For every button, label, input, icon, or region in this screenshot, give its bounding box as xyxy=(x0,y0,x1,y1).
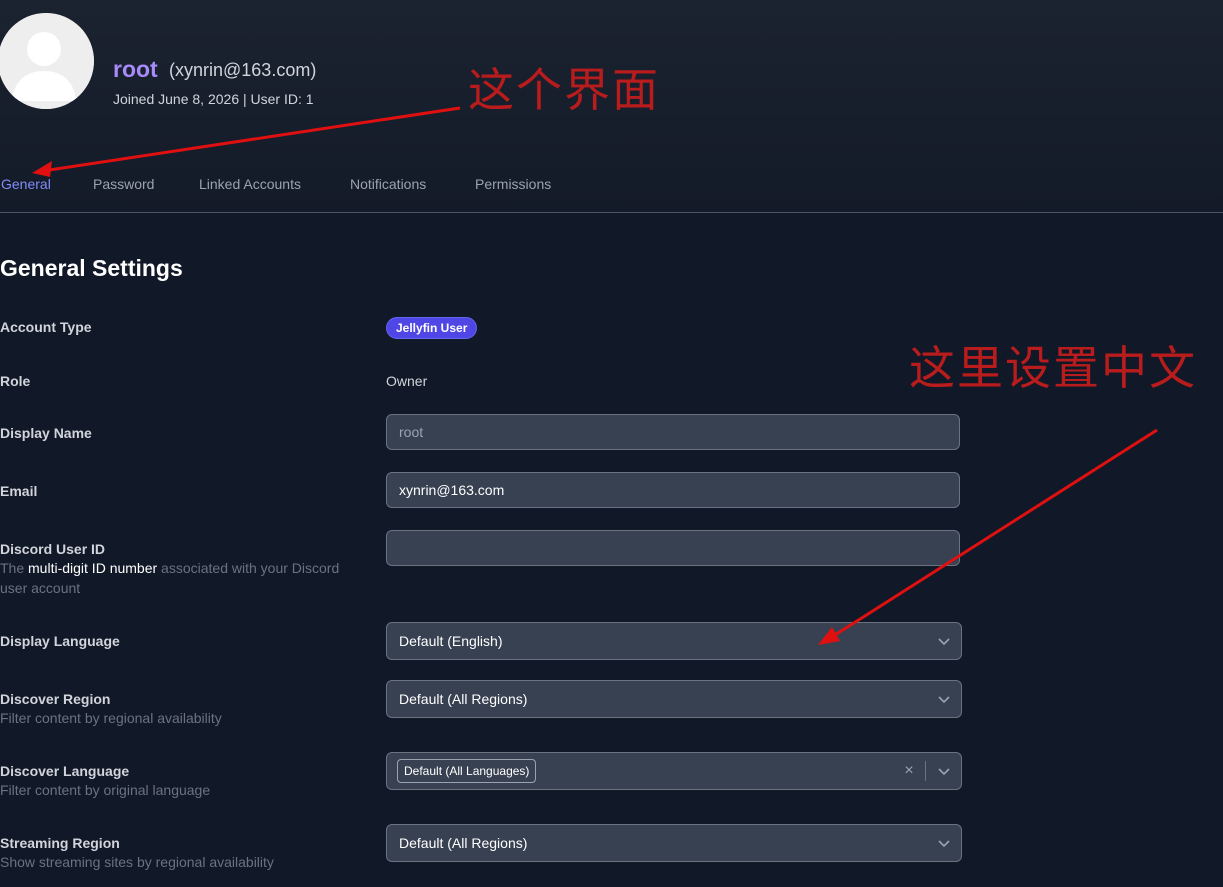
language-chip[interactable]: Default (All Languages) xyxy=(397,759,537,783)
streaming-region-value: Default (All Regions) xyxy=(399,835,528,851)
tab-general[interactable]: General xyxy=(1,176,51,192)
discord-id-input[interactable] xyxy=(386,530,960,566)
tab-notifications[interactable]: Notifications xyxy=(350,176,426,192)
account-type-label: Account Type xyxy=(0,319,92,335)
discover-language-select[interactable]: Default (All Languages) × xyxy=(386,752,962,790)
discover-region-label: Discover Region xyxy=(0,691,111,707)
chevron-down-icon xyxy=(938,696,950,704)
clear-icon[interactable]: × xyxy=(901,762,917,780)
avatar[interactable] xyxy=(0,13,94,109)
display-language-value: Default (English) xyxy=(399,633,503,649)
display-language-label: Display Language xyxy=(0,633,120,649)
discover-language-description: Filter content by original language xyxy=(0,782,211,798)
tab-permissions[interactable]: Permissions xyxy=(475,176,551,192)
discord-id-description: The multi-digit ID number associated wit… xyxy=(0,558,370,598)
annotation-language-note: 这里设置中文 xyxy=(909,341,1197,395)
tab-linked-accounts[interactable]: Linked Accounts xyxy=(199,176,301,192)
tab-password[interactable]: Password xyxy=(93,176,154,192)
settings-tabs: General Password Linked Accounts Notific… xyxy=(0,172,1223,213)
discord-desc-link: multi-digit ID number xyxy=(28,560,158,576)
streaming-region-description: Show streaming sites by regional availab… xyxy=(0,854,274,870)
display-language-select[interactable]: Default (English) xyxy=(386,622,962,660)
discover-region-value: Default (All Regions) xyxy=(399,691,528,707)
discover-region-select[interactable]: Default (All Regions) xyxy=(386,680,962,718)
account-type-badge: Jellyfin User xyxy=(386,317,478,339)
email-label: Email xyxy=(0,483,38,499)
discover-language-label: Discover Language xyxy=(0,763,130,779)
discord-id-label: Discord User ID xyxy=(0,541,106,557)
user-silhouette-icon xyxy=(0,13,94,109)
profile-username[interactable]: root xyxy=(113,56,158,83)
select-separator xyxy=(925,761,926,781)
page-title: General Settings xyxy=(0,255,183,281)
chevron-down-icon xyxy=(938,840,950,848)
profile-meta: Joined June 8, 2026 | User ID: 1 xyxy=(113,91,314,107)
streaming-region-label: Streaming Region xyxy=(0,835,120,851)
chevron-down-icon xyxy=(938,638,950,646)
discover-region-description: Filter content by regional availability xyxy=(0,710,222,726)
streaming-region-select[interactable]: Default (All Regions) xyxy=(386,824,962,862)
display-name-label: Display Name xyxy=(0,425,92,441)
annotation-interface-note: 这个界面 xyxy=(468,63,660,117)
role-value: Owner xyxy=(386,373,428,389)
chevron-down-icon[interactable] xyxy=(937,764,951,778)
email-input[interactable] xyxy=(386,472,960,508)
discord-desc-before: The xyxy=(0,560,29,576)
display-name-input[interactable] xyxy=(386,414,960,450)
role-label: Role xyxy=(0,373,31,389)
profile-email: (xynrin@163.com) xyxy=(169,60,317,80)
